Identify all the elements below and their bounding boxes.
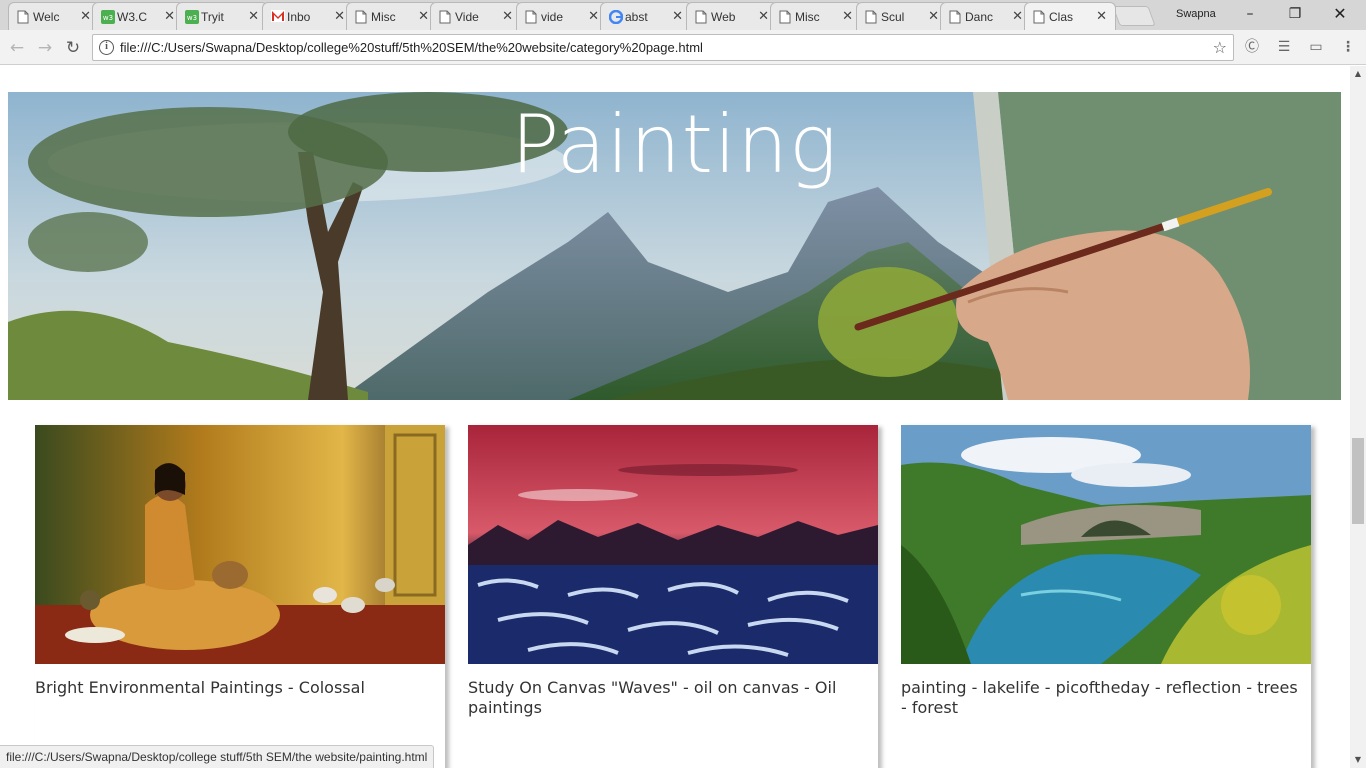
close-window-icon[interactable]: ✕ <box>1330 4 1350 24</box>
browser-tab[interactable]: vide ✕ <box>516 2 608 30</box>
info-icon[interactable]: i <box>99 40 114 55</box>
page-icon <box>17 10 29 24</box>
svg-text:w3: w3 <box>187 14 197 22</box>
tab-close-icon[interactable]: ✕ <box>588 9 599 24</box>
forward-icon[interactable]: → <box>34 37 56 59</box>
page-icon <box>779 10 791 24</box>
reload-icon[interactable]: ↻ <box>62 37 84 59</box>
tab-title: Web <box>711 9 736 24</box>
tab-close-icon[interactable]: ✕ <box>334 9 345 24</box>
new-tab-button[interactable] <box>1112 6 1156 26</box>
tab-title: Inbo <box>287 9 311 24</box>
tab-close-icon[interactable]: ✕ <box>758 9 769 24</box>
card-caption[interactable]: Bright Environmental Paintings - Colossa… <box>35 678 435 698</box>
tab-title: Welc <box>33 9 60 24</box>
tab-title: Misc <box>371 9 396 24</box>
w3schools-icon: w3 <box>101 10 115 24</box>
google-icon <box>608 9 624 25</box>
scroll-down-icon[interactable]: ▼ <box>1350 752 1366 768</box>
tab-close-icon[interactable]: ✕ <box>842 9 853 24</box>
svg-text:w3: w3 <box>103 14 113 22</box>
browser-tab[interactable]: Web ✕ <box>686 2 778 30</box>
page-icon <box>355 10 367 24</box>
browser-tab[interactable]: abst ✕ <box>600 2 692 30</box>
tab-close-icon[interactable]: ✕ <box>1096 9 1107 24</box>
tab-title: Scul <box>881 9 905 24</box>
hero-title: Painting <box>511 98 838 191</box>
w3schools-icon: w3 <box>185 10 199 24</box>
cast-extension-icon[interactable]: ▭ <box>1307 38 1325 56</box>
tab-close-icon[interactable]: ✕ <box>672 9 683 24</box>
browser-tab[interactable]: Clas ✕ <box>1024 2 1116 30</box>
tab-close-icon[interactable]: ✕ <box>164 9 175 24</box>
page-scrollbar[interactable]: ▲ ▼ <box>1350 66 1366 768</box>
skype-extension-icon[interactable]: Ⓒ <box>1243 38 1261 56</box>
card-caption[interactable]: painting - lakelife - picoftheday - refl… <box>901 678 1301 718</box>
category-card[interactable]: Bright Environmental Paintings - Colossa… <box>35 425 445 768</box>
page-icon <box>949 10 961 24</box>
browser-tab[interactable]: Inbo ✕ <box>262 2 354 30</box>
red-sky-waves-painting[interactable] <box>468 425 878 664</box>
address-bar[interactable]: i file:///C:/Users/Swapna/Desktop/colleg… <box>92 34 1234 61</box>
gmail-icon <box>271 10 285 24</box>
tab-close-icon[interactable]: ✕ <box>418 9 429 24</box>
tab-title: abst <box>625 9 648 24</box>
minimize-icon[interactable]: – <box>1240 4 1260 24</box>
tab-close-icon[interactable]: ✕ <box>502 9 513 24</box>
layers-extension-icon[interactable]: ☰ <box>1275 38 1293 56</box>
browser-tab[interactable]: Misc ✕ <box>770 2 862 30</box>
profile-name[interactable]: Swapna <box>1176 8 1216 20</box>
browser-tab[interactable]: Welc ✕ <box>8 2 100 30</box>
card-caption[interactable]: Study On Canvas "Waves" - oil on canvas … <box>468 678 868 718</box>
bookmark-star-icon[interactable]: ☆ <box>1213 38 1227 57</box>
restore-icon[interactable]: ❐ <box>1285 4 1305 24</box>
category-card[interactable]: painting - lakelife - picoftheday - refl… <box>901 425 1311 768</box>
tab-close-icon[interactable]: ✕ <box>1012 9 1023 24</box>
page-icon <box>695 10 707 24</box>
tab-close-icon[interactable]: ✕ <box>248 9 259 24</box>
page-icon <box>865 10 877 24</box>
browser-tab[interactable]: Misc ✕ <box>346 2 438 30</box>
tab-title: Danc <box>965 9 994 24</box>
status-bar: file:///C:/Users/Swapna/Desktop/college … <box>0 745 435 768</box>
tab-title: Tryit <box>201 9 224 24</box>
category-card[interactable]: Study On Canvas "Waves" - oil on canvas … <box>468 425 878 768</box>
browser-tab[interactable]: w3 W3.C ✕ <box>92 2 184 30</box>
tab-close-icon[interactable]: ✕ <box>928 9 939 24</box>
browser-toolbar: ← → ↻ i file:///C:/Users/Swapna/Desktop/… <box>0 30 1366 65</box>
tab-title: Misc <box>795 9 820 24</box>
browser-tab[interactable]: Vide ✕ <box>430 2 522 30</box>
page-viewport: Painting Bright Environmental Paintings … <box>0 66 1350 768</box>
hero-banner: Painting <box>8 92 1341 400</box>
page-icon <box>1033 10 1045 24</box>
page-icon <box>439 10 451 24</box>
browser-tab[interactable]: Scul ✕ <box>856 2 948 30</box>
tab-title: Clas <box>1049 9 1074 24</box>
tab-close-icon[interactable]: ✕ <box>80 9 91 24</box>
stone-bridge-lake-painting[interactable] <box>901 425 1311 664</box>
url-text[interactable]: file:///C:/Users/Swapna/Desktop/college%… <box>120 40 703 55</box>
tab-title: Vide <box>455 9 479 24</box>
browser-tab[interactable]: Danc ✕ <box>940 2 1032 30</box>
scroll-up-icon[interactable]: ▲ <box>1350 66 1366 82</box>
tab-strip: Welc ✕ w3 W3.C ✕ w3 Tryit ✕ Inbo ✕ Misc ✕ Vide ✕ vide ✕… <box>0 0 1366 30</box>
browser-tab[interactable]: w3 Tryit ✕ <box>176 2 268 30</box>
woman-with-pigeons-painting[interactable] <box>35 425 445 664</box>
tab-title: W3.C <box>117 9 147 24</box>
back-icon[interactable]: ← <box>6 37 28 59</box>
tab-title: vide <box>541 9 564 24</box>
page-icon <box>525 10 537 24</box>
menu-icon[interactable]: ⋮ <box>1339 38 1357 56</box>
scrollbar-thumb[interactable] <box>1352 438 1364 524</box>
